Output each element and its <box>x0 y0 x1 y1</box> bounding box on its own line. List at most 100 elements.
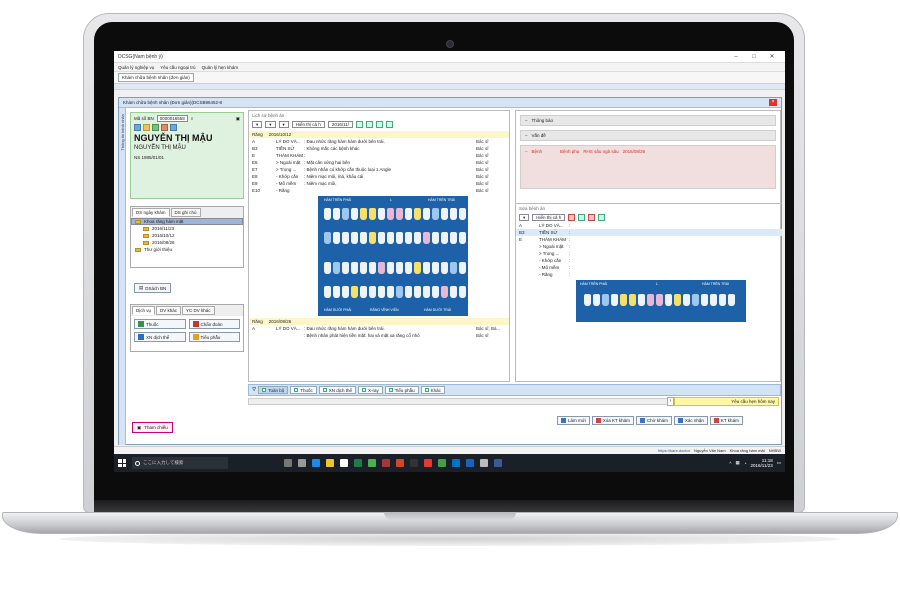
delete-icon[interactable] <box>588 214 596 221</box>
powerpoint-icon[interactable] <box>396 459 404 467</box>
filter-select-3[interactable]: ▾ <box>278 121 289 128</box>
menu-item[interactable]: Quản lý nghiệp vụ <box>118 65 154 70</box>
lab-test-button[interactable]: XN dịch thể <box>134 332 186 342</box>
record-value[interactable]: : <box>569 244 779 249</box>
record-row[interactable]: E9 - Mô mềm: Niêm mạc môi, Bác sĩ <box>249 180 509 187</box>
print-icon[interactable]: ▣ <box>236 116 240 122</box>
display-filter[interactable]: Hiển thị cả h <box>532 214 566 221</box>
expand-arrow-icon[interactable]: › <box>667 397 674 406</box>
copy-icon[interactable] <box>578 214 586 221</box>
tab-xray[interactable]: X-ray <box>358 386 383 394</box>
tab-all[interactable]: Toàn bộ <box>258 386 289 394</box>
record-row[interactable]: E7 > Trong ...: Bệnh nhân có khớp cắn thu… <box>249 166 509 173</box>
tooth-icon[interactable] <box>728 294 735 306</box>
close-button[interactable]: ✕ <box>763 53 781 60</box>
display-filter[interactable]: Hiển thị cả h <box>291 121 325 128</box>
tree-item-dept[interactable]: Khoa răng hàm mặt <box>131 218 243 225</box>
tab-other[interactable]: Khác <box>420 386 445 394</box>
app-icon[interactable] <box>480 459 488 467</box>
tooth-icon[interactable] <box>620 294 627 306</box>
record-value[interactable]: : <box>569 223 779 228</box>
tooth-icon[interactable] <box>683 294 690 306</box>
tab-surgery[interactable]: Tiểu phẫu <box>384 386 419 394</box>
record-row[interactable]: - Khớp cắn: <box>516 257 782 264</box>
minor-surgery-button[interactable]: Tiểu phẫu <box>188 332 240 342</box>
minimize-button[interactable]: – <box>727 54 745 60</box>
patient-list-button[interactable]: ▤ DSách BN <box>134 283 172 293</box>
tooth-icon[interactable] <box>423 286 430 298</box>
tooth-icon[interactable] <box>432 262 439 274</box>
edge-icon[interactable] <box>312 459 320 467</box>
tooth-icon[interactable] <box>324 286 331 298</box>
list-icon[interactable] <box>170 124 177 131</box>
tooth-icon[interactable] <box>387 286 394 298</box>
tooth-icon[interactable] <box>423 232 430 244</box>
record-row[interactable]: - Răng: <box>516 271 782 278</box>
search-icon[interactable] <box>568 214 576 221</box>
horizontal-scrollbar[interactable] <box>248 398 668 405</box>
export-icon[interactable] <box>386 121 393 128</box>
tooth-icon[interactable] <box>441 232 448 244</box>
add-icon[interactable] <box>366 121 373 128</box>
tooth-icon[interactable] <box>324 208 331 220</box>
tooth-icon[interactable] <box>369 262 376 274</box>
tooth-icon[interactable] <box>432 286 439 298</box>
tooth-icon[interactable] <box>584 294 591 306</box>
record-row[interactable]: A LÝ DO VÀ...: Đau nhức răng hàm hàm dưới… <box>249 138 509 145</box>
tab-medicine[interactable]: Thuốc <box>290 386 317 394</box>
reference-button[interactable]: ▣ Tham chiếu <box>132 422 173 433</box>
tooth-icon[interactable] <box>351 208 358 220</box>
tooth-icon[interactable] <box>441 208 448 220</box>
tooth-icon[interactable] <box>333 208 340 220</box>
tooth-icon[interactable] <box>432 208 439 220</box>
tooth-icon[interactable] <box>432 232 439 244</box>
record-row[interactable]: E THĂM KHÁM: <box>516 236 782 243</box>
tab-lab[interactable]: XN dịch thể <box>318 386 356 394</box>
exam-tab-button[interactable]: Khám chữa bệnh nhân (đơn giản) <box>118 73 194 82</box>
filter-icon[interactable]: ⛛ <box>252 387 256 393</box>
confirm-button[interactable]: Xác nhận <box>673 416 708 425</box>
record-row[interactable]: E8 - Khớp cắn: Niêm mạc môi, má, khẩu cái… <box>249 173 509 180</box>
network-icon[interactable]: ▦ <box>736 460 740 466</box>
tooth-icon[interactable] <box>342 208 349 220</box>
tooth-icon[interactable] <box>629 294 636 306</box>
edit-dental-chart[interactable]: HÀM TRÊN PHẢI L HÀM TRÊN TRÁI <box>576 280 746 322</box>
filter-select[interactable]: ▾ <box>519 214 530 221</box>
tooth-icon[interactable] <box>414 286 421 298</box>
tooth-icon[interactable] <box>360 262 367 274</box>
tooth-icon[interactable] <box>351 286 358 298</box>
tooth-icon[interactable] <box>647 294 654 306</box>
app-icon[interactable] <box>466 459 474 467</box>
record-row[interactable]: E6 > Ngoài mặt: Mặt cân xứng hai bên Bác s… <box>249 159 509 166</box>
tooth-icon[interactable] <box>387 208 394 220</box>
record-row[interactable]: - Mô mềm: <box>516 264 782 271</box>
patient-id-field[interactable]: 0000016558 <box>156 115 188 122</box>
tooth-icon[interactable] <box>441 286 448 298</box>
record-row[interactable]: A LÝ DO VÀ...: Đau nhức răng hàm hàm dưới… <box>249 325 509 332</box>
tooth-icon[interactable] <box>369 208 376 220</box>
tooth-icon[interactable] <box>405 232 412 244</box>
refresh-button[interactable]: Làm mới <box>557 416 590 425</box>
tooth-icon[interactable] <box>602 294 609 306</box>
tree-item-date[interactable]: 2016/08/26 <box>131 239 243 246</box>
delete-exam-button[interactable]: Xóa KT khám <box>591 416 634 425</box>
app-icon[interactable] <box>438 459 446 467</box>
edit-icon[interactable] <box>161 124 168 131</box>
exam-window-close-button[interactable]: × <box>769 99 777 106</box>
record-value[interactable]: : <box>569 258 779 263</box>
record-row[interactable]: A LÝ DO VÀ...: <box>516 222 782 229</box>
refresh-icon[interactable] <box>134 124 141 131</box>
record-row[interactable]: E10 - Răng Bác sĩ <box>249 187 509 194</box>
record-header[interactable]: Răng 2016/10/12 <box>249 131 509 138</box>
tooth-icon[interactable] <box>360 286 367 298</box>
tooth-icon[interactable] <box>450 208 457 220</box>
record-value[interactable]: : <box>569 265 779 270</box>
record-row[interactable]: B3 TIỀN SỬ: <box>516 229 782 236</box>
tooth-icon[interactable] <box>333 286 340 298</box>
tooth-icon[interactable] <box>414 232 421 244</box>
record-value[interactable]: : <box>569 272 779 277</box>
tray-up-icon[interactable]: ^ <box>729 461 731 466</box>
print-icon[interactable] <box>376 121 383 128</box>
tooth-icon[interactable] <box>611 294 618 306</box>
tooth-icon[interactable] <box>459 286 466 298</box>
